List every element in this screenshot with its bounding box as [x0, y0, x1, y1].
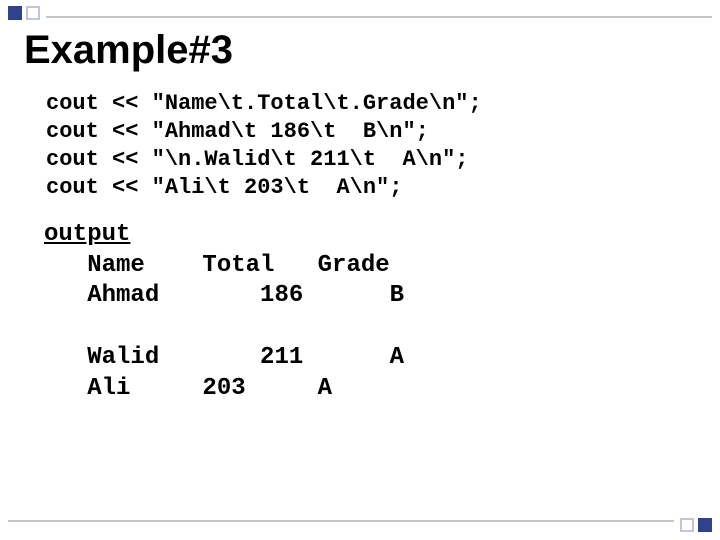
output-block: output Name Total Grade Ahmad 186 B Wali…: [44, 220, 404, 404]
square-filled-icon: [8, 6, 22, 20]
code-block: cout << "Name\t.Total\t.Grade\n"; cout <…: [46, 90, 482, 203]
output-line: Walid 211 A: [44, 344, 404, 371]
divider-top: [46, 16, 712, 18]
output-line: Ali 203 A: [44, 375, 332, 402]
code-line: cout << "Ali\t 203\t A\n";: [46, 175, 402, 200]
output-line: Name Total Grade: [44, 252, 390, 279]
code-line: cout << "Ahmad\t 186\t B\n";: [46, 119, 429, 144]
divider-bottom: [8, 520, 674, 522]
square-outline-icon: [26, 6, 40, 20]
slide-title: Example#3: [24, 28, 233, 73]
code-line: cout << "Name\t.Total\t.Grade\n";: [46, 91, 482, 116]
corner-decoration-top: [8, 6, 40, 20]
code-line: cout << "\n.Walid\t 211\t A\n";: [46, 147, 468, 172]
slide: Example#3 cout << "Name\t.Total\t.Grade\…: [0, 0, 720, 540]
corner-decoration-bottom: [680, 518, 712, 532]
output-label: output: [44, 221, 130, 248]
square-outline-icon: [680, 518, 694, 532]
output-line: Ahmad 186 B: [44, 282, 404, 309]
square-filled-icon: [698, 518, 712, 532]
